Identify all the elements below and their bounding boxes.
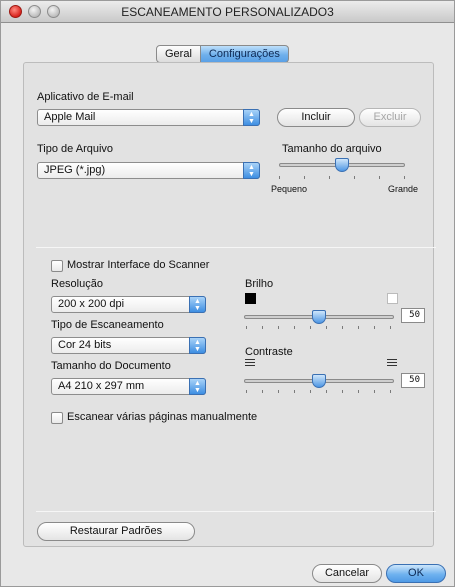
low-contrast-icon	[245, 359, 255, 369]
dark-swatch-icon	[245, 293, 256, 304]
file-size-min-label: Pequeno	[271, 184, 308, 194]
window-title: ESCANEAMENTO PERSONALIZADO3	[121, 5, 334, 19]
remove-button[interactable]: Excluir	[359, 108, 421, 127]
popup-arrows-icon: ▲ ▼	[243, 162, 260, 179]
document-size-select[interactable]: A4 210 x 297 mm ▲ ▼	[51, 378, 206, 395]
contrast-label: Contraste	[245, 346, 293, 358]
manual-multipage-checkbox[interactable]	[51, 412, 63, 424]
popup-arrows-icon: ▲ ▼	[189, 378, 206, 395]
resolution-select[interactable]: 200 x 200 dpi ▲ ▼	[51, 296, 206, 313]
resolution-label: Resolução	[51, 278, 103, 290]
file-size-max-label: Grande	[388, 184, 419, 194]
resolution-value: 200 x 200 dpi	[58, 298, 125, 310]
scan-type-label: Tipo de Escaneamento	[51, 319, 164, 331]
section-divider	[36, 247, 436, 248]
brightness-label: Brilho	[245, 278, 274, 290]
brightness-slider-knob[interactable]	[312, 310, 326, 324]
file-type-select[interactable]: JPEG (*.jpg) ▲ ▼	[37, 162, 260, 179]
file-size-slider-knob[interactable]	[335, 158, 349, 172]
file-size-label: Tamanho do arquivo	[282, 143, 382, 155]
file-type-value: JPEG (*.jpg)	[44, 164, 106, 176]
contrast-value[interactable]: 50	[401, 373, 425, 388]
document-size-label: Tamanho do Documento	[51, 360, 171, 372]
popup-arrows-icon: ▲ ▼	[189, 296, 206, 313]
high-contrast-icon	[387, 359, 397, 369]
dialog-window: ESCANEAMENTO PERSONALIZADO3 Geral Config…	[0, 0, 455, 587]
email-app-label: Aplicativo de E-mail	[37, 91, 134, 103]
cancel-button[interactable]: Cancelar	[312, 564, 382, 583]
title-bar[interactable]: ESCANEAMENTO PERSONALIZADO3	[1, 1, 454, 23]
show-scanner-interface-label: Mostrar Interface do Scanner	[67, 259, 210, 271]
restore-defaults-button[interactable]: Restaurar Padrões	[37, 522, 195, 541]
show-scanner-interface-checkbox[interactable]	[51, 260, 63, 272]
scan-type-select[interactable]: Cor 24 bits ▲ ▼	[51, 337, 206, 354]
document-size-value: A4 210 x 297 mm	[58, 380, 145, 392]
manual-multipage-label: Escanear várias páginas manualmente	[67, 411, 258, 423]
contrast-slider-knob[interactable]	[312, 374, 326, 388]
add-button[interactable]: Incluir	[277, 108, 355, 127]
light-swatch-icon	[387, 293, 398, 304]
brightness-value[interactable]: 50	[401, 308, 425, 323]
email-app-select[interactable]: Apple Mail ▲ ▼	[37, 109, 260, 126]
brightness-ticks	[246, 326, 394, 330]
email-app-value: Apple Mail	[44, 111, 96, 123]
bottom-divider	[36, 511, 436, 512]
file-type-label: Tipo de Arquivo	[37, 143, 114, 155]
popup-arrows-icon: ▲ ▼	[189, 337, 206, 354]
tab-bar: Geral Configurações	[156, 45, 289, 63]
tab-geral[interactable]: Geral	[156, 45, 201, 63]
scan-type-value: Cor 24 bits	[58, 339, 112, 351]
popup-arrows-icon: ▲ ▼	[243, 109, 260, 126]
file-size-ticks	[279, 176, 405, 180]
contrast-ticks	[246, 390, 394, 394]
tab-configuracoes[interactable]: Configurações	[200, 45, 289, 63]
ok-button[interactable]: OK	[386, 564, 446, 583]
